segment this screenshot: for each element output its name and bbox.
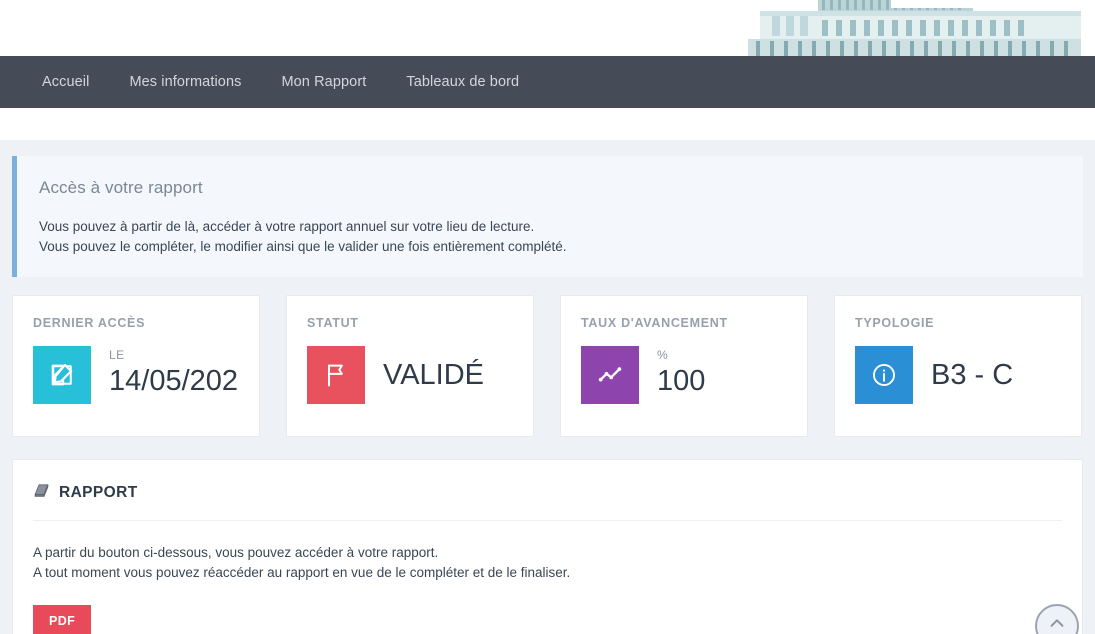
rapport-panel-title: RAPPORT <box>59 484 138 501</box>
rapport-panel-header: RAPPORT <box>33 482 1062 521</box>
rapport-panel-body: A partir du bouton ci-dessous, vous pouv… <box>33 521 1062 634</box>
book-icon <box>33 482 50 504</box>
stat-value-dernier-acces: 14/05/202 <box>109 365 239 397</box>
content-top-spacer <box>0 108 1095 140</box>
stat-cards-row: DERNIER ACCÈS LE 14/05/202 STATUT VALIDÉ… <box>12 295 1083 437</box>
stat-label-typologie: TYPOLOGIE <box>855 316 935 330</box>
info-panel: Accès à votre rapport Vous pouvez à part… <box>12 156 1083 277</box>
banner-white-overlay <box>891 0 1061 8</box>
edit-square-icon <box>33 346 91 404</box>
rapport-line-1: A partir du bouton ci-dessous, vous pouv… <box>33 545 439 560</box>
header-banner <box>0 0 1095 56</box>
stat-label-statut: STATUT <box>307 316 359 330</box>
stat-card-typologie: TYPOLOGIE B3 - C <box>834 295 1082 437</box>
government-building-illustration <box>700 0 1081 56</box>
nav-item-mon-rapport[interactable]: Mon Rapport <box>261 56 386 108</box>
nav-item-mes-informations[interactable]: Mes informations <box>109 56 261 108</box>
arrow-up-circle-icon <box>1046 613 1068 634</box>
nav-item-accueil[interactable]: Accueil <box>22 56 109 108</box>
stat-value-taux-avancement: 100 <box>657 365 706 397</box>
main-navigation: Accueil Mes informations Mon Rapport Tab… <box>0 56 1095 108</box>
rapport-line-2: A tout moment vous pouvez réaccéder au r… <box>33 565 571 580</box>
stat-card-dernier-acces: DERNIER ACCÈS LE 14/05/202 <box>12 295 260 437</box>
stat-unit-taux-avancement: % <box>657 348 669 362</box>
stat-value-typologie: B3 - C <box>931 359 1014 391</box>
nav-item-tableaux-de-bord[interactable]: Tableaux de bord <box>386 56 539 108</box>
pdf-button[interactable]: PDF <box>33 605 92 634</box>
stat-value-statut: VALIDÉ <box>383 359 485 391</box>
stat-label-taux-avancement: TAUX D'AVANCEMENT <box>581 316 728 330</box>
stat-label-dernier-acces: DERNIER ACCÈS <box>33 316 146 330</box>
stat-unit-dernier-acces: LE <box>109 348 125 362</box>
flag-icon <box>307 346 365 404</box>
line-chart-icon <box>581 346 639 404</box>
info-panel-line-1: Vous pouvez à partir de là, accéder à vo… <box>39 219 535 234</box>
rapport-panel: RAPPORT A partir du bouton ci-dessous, v… <box>12 459 1083 634</box>
stat-card-statut: STATUT VALIDÉ <box>286 295 534 437</box>
stat-card-taux-avancement: TAUX D'AVANCEMENT % 100 <box>560 295 808 437</box>
app-window: Accueil Mes informations Mon Rapport Tab… <box>0 0 1095 634</box>
page-content: Accès à votre rapport Vous pouvez à part… <box>0 140 1095 634</box>
info-panel-line-2: Vous pouvez le compléter, le modifier ai… <box>39 239 567 254</box>
info-panel-title: Accès à votre rapport <box>39 178 203 197</box>
info-circle-icon <box>855 346 913 404</box>
